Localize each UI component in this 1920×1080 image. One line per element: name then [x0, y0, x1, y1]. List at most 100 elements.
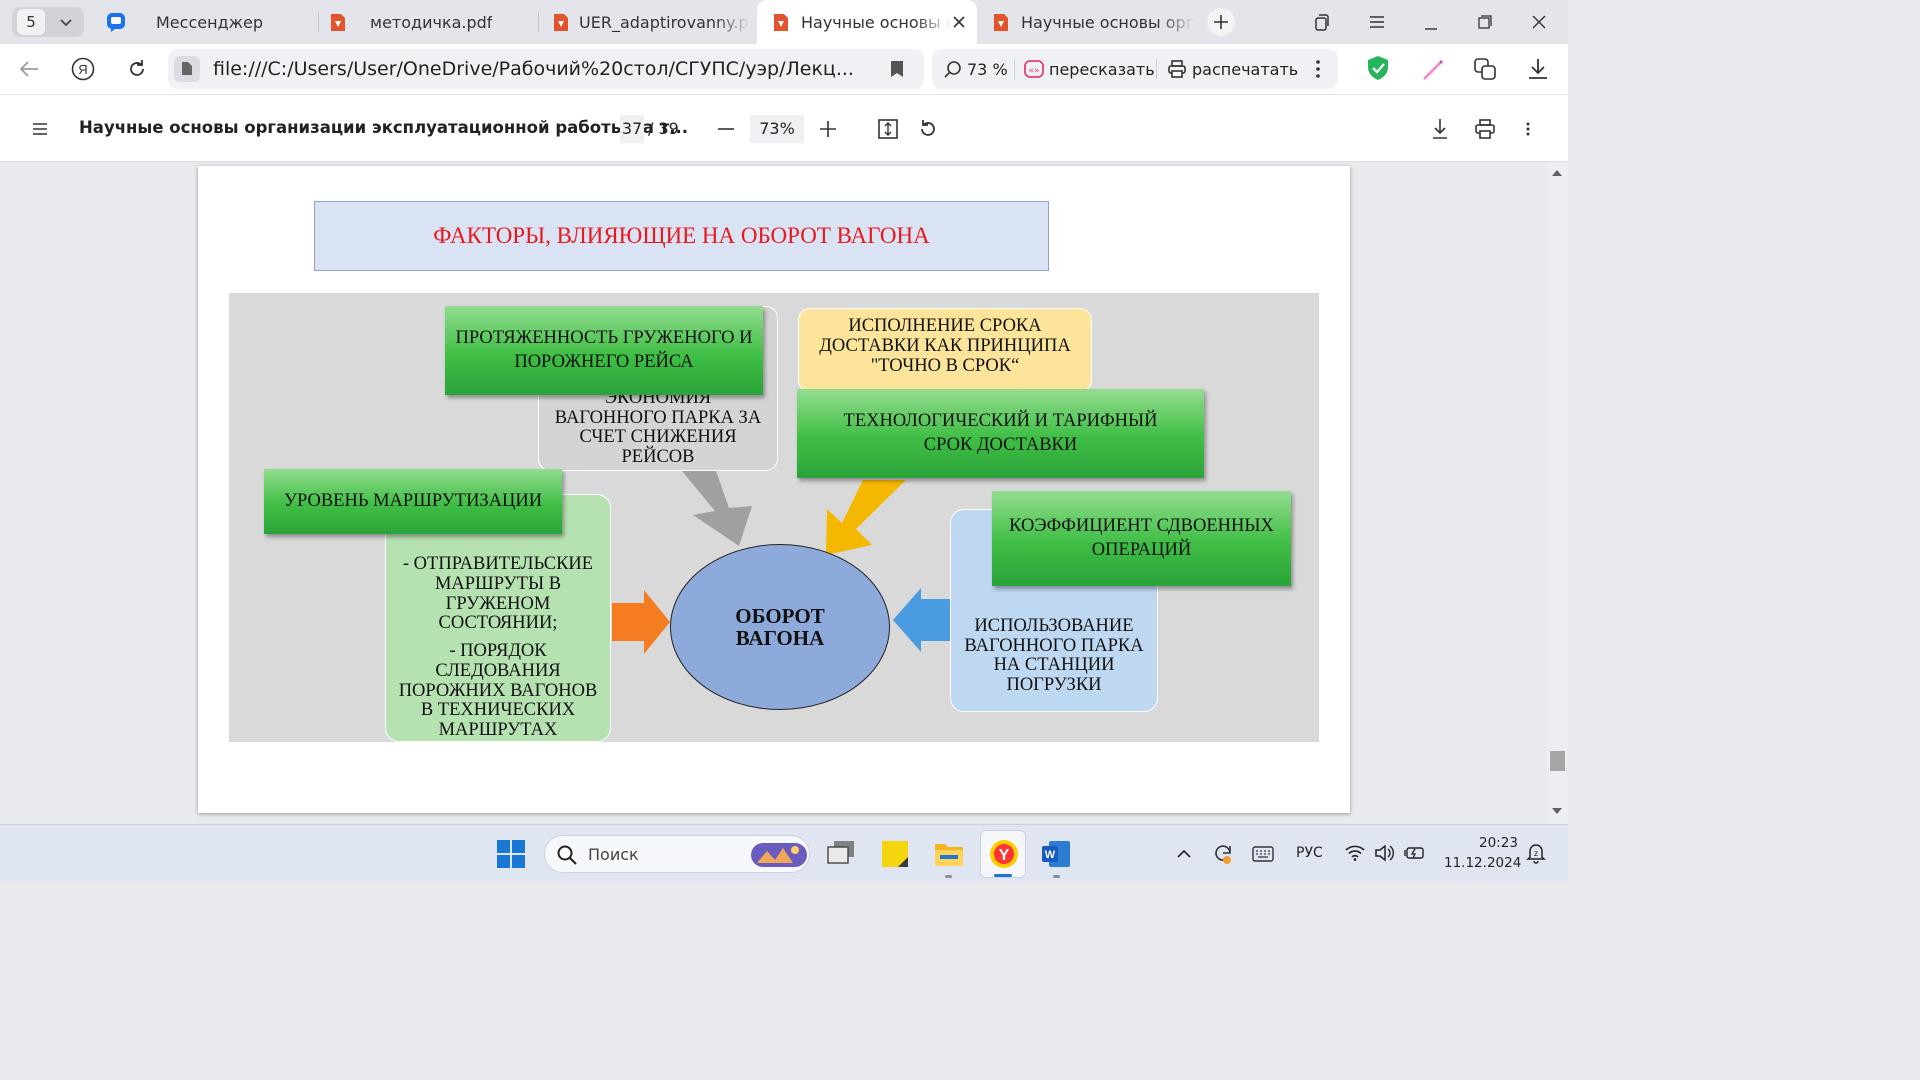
tab-separator: [538, 12, 539, 32]
volume-icon[interactable]: [1374, 844, 1394, 862]
delivery-term-box: ТЕХНОЛОГИЧЕСКИЙ И ТАРИФНЫЙ СРОК ДОСТАВКИ: [797, 389, 1204, 478]
sync-icon[interactable]: [1212, 843, 1234, 865]
search-highlight-icon: [751, 843, 807, 867]
close-icon[interactable]: [953, 16, 965, 28]
economy-text: ЭКОНОМИЯ ВАГОННОГО ПАРКА ЗА СЧЕТ СНИЖЕНИ…: [554, 387, 762, 468]
pen-icon[interactable]: [1420, 57, 1444, 81]
trip-length-box: ПРОТЯЖЕННОСТЬ ГРУЖЕНОГО И ПОРОЖНЕГО РЕЙС…: [445, 306, 763, 395]
zoom-in-icon[interactable]: [820, 121, 836, 137]
messenger-icon: [107, 13, 125, 32]
pdf-icon: [774, 13, 788, 31]
yellow-arrow: [826, 480, 906, 555]
sidebar-menu-icon[interactable]: [32, 123, 48, 135]
pdf-icon: [331, 13, 345, 31]
on-time-text: ИСПОЛНЕНИЕ СРОКА ДОСТАВКИ КАК ПРИНЦИПА "…: [819, 316, 1071, 376]
page-number-input[interactable]: 37: [620, 115, 644, 143]
clock-date[interactable]: 11.12.2024: [1444, 855, 1521, 871]
scroll-down-icon[interactable]: [1552, 808, 1562, 814]
retell-icon: «»: [1024, 60, 1044, 78]
windows-start-icon[interactable]: [497, 840, 525, 868]
url-field[interactable]: file:///C:/Users/User/OneDrive/Рабочий%2…: [168, 49, 924, 89]
window-close-icon[interactable]: [1532, 15, 1546, 29]
svg-text:«»: «»: [1028, 66, 1039, 76]
orange-arrow: [612, 590, 670, 654]
fit-page-icon[interactable]: [878, 119, 898, 139]
retell-button[interactable]: «» пересказать: [1024, 49, 1155, 89]
search-placeholder: Поиск: [588, 845, 639, 864]
retell-label: пересказать: [1049, 59, 1155, 79]
svg-text:Y: Y: [999, 847, 1010, 864]
back-arrow-icon[interactable]: [19, 60, 39, 78]
rotate-icon[interactable]: [918, 119, 938, 139]
more-vertical-icon[interactable]: [1316, 60, 1320, 78]
tab-title: методичка.pdf: [370, 12, 493, 32]
dual-ops-text: КОЭФФИЦИЕНТ СДВОЕННЫХ ОПЕРАЦИЙ: [1009, 516, 1274, 560]
print-button[interactable]: распечатать: [1168, 49, 1298, 89]
download-pdf-icon[interactable]: [1432, 118, 1448, 140]
blue-arrow: [893, 588, 951, 652]
scrollbar[interactable]: [1547, 162, 1568, 824]
task-view-icon[interactable]: [826, 841, 856, 867]
bookmark-icon[interactable]: [890, 60, 904, 78]
print-pdf-icon[interactable]: [1475, 119, 1495, 139]
menu-icon[interactable]: [1369, 15, 1385, 29]
document-title: Научные основы организации эксплуатацион…: [79, 118, 689, 137]
dual-ops-box: КОЭФФИЦИЕНТ СДВОЕННЫХ ОПЕРАЦИЙ: [992, 491, 1291, 586]
collections-icon[interactable]: [1313, 13, 1331, 31]
tab-metodichka[interactable]: методичка.pdf: [322, 0, 534, 44]
address-bar-row: Я file:///C:/Users/User/OneDrive/Рабочий…: [0, 44, 1568, 94]
routing-level-text: УРОВЕНЬ МАРШРУТИЗАЦИИ: [283, 491, 543, 512]
keyboard-icon[interactable]: [1252, 846, 1274, 862]
tab-nauchnye-osnovy-active[interactable]: Научные основы организации: [757, 0, 977, 44]
sticky-notes-icon[interactable]: [881, 840, 909, 868]
chevron-up-icon[interactable]: [1177, 849, 1191, 858]
new-tab-button[interactable]: [1207, 8, 1235, 36]
chevron-down-icon: [60, 19, 72, 27]
yandex-browser-taskbar-button[interactable]: Y: [980, 830, 1026, 878]
routing-detail-1: - ОТПРАВИТЕЛЬСКИЕ МАРШРУТЫ В ГРУЖЕНОМ СО…: [402, 554, 594, 634]
wagon-turnover-text: ОБОРОТ ВАГОНА: [735, 603, 825, 650]
routing-detail-2: - ПОРЯДОК СЛЕДОВАНИЯ ПОРОЖНИХ ВАГОНОВ В …: [398, 641, 598, 741]
battery-icon[interactable]: [1403, 845, 1425, 861]
pdf-more-icon[interactable]: [1526, 122, 1530, 136]
slide-title-box: ФАКТОРЫ, ВЛИЯЮЩИЕ НА ОБОРОТ ВАГОНА: [314, 201, 1049, 271]
tab-counter-button[interactable]: 5: [12, 7, 84, 37]
windows-taskbar: Поиск Y W РУС 20:23 11.12.2024 z: [0, 824, 1568, 882]
word-icon[interactable]: W: [1041, 840, 1071, 868]
scroll-thumb[interactable]: [1550, 751, 1565, 771]
tab-messenger[interactable]: Мессенджер: [100, 0, 315, 44]
wifi-icon[interactable]: [1345, 845, 1365, 861]
slide-title: ФАКТОРЫ, ВЛИЯЮЩИЕ НА ОБОРОТ ВАГОНА: [433, 223, 930, 249]
taskbar-search[interactable]: Поиск: [544, 835, 810, 873]
language-indicator[interactable]: РУС: [1296, 845, 1323, 861]
scroll-up-icon[interactable]: [1552, 170, 1562, 176]
clock-time[interactable]: 20:23: [1479, 835, 1518, 851]
printer-icon: [1168, 60, 1186, 78]
plus-icon: [1214, 15, 1228, 29]
svg-text:z: z: [1534, 849, 1538, 858]
zoom-indicator[interactable]: 73 %: [944, 49, 1008, 89]
zoom-out-icon[interactable]: [718, 128, 734, 130]
tab-uer-adaptirovanny[interactable]: UER_adaptirovanny.pdf: [545, 0, 750, 44]
translate-icon[interactable]: [1473, 57, 1497, 81]
notifications-icon[interactable]: z: [1526, 842, 1546, 864]
page-total: / 39: [648, 119, 679, 138]
yandex-home-icon[interactable]: Я: [71, 57, 95, 81]
zoom-value-input[interactable]: 73%: [750, 115, 804, 143]
protect-shield-icon[interactable]: [1366, 55, 1390, 81]
browser-tab-bar: 5 Мессенджер методичка.pdf UER_adaptirov…: [0, 0, 1568, 44]
download-icon[interactable]: [1528, 58, 1548, 80]
minimize-icon[interactable]: [1424, 17, 1438, 31]
tab-nauchnye-osnovy-2[interactable]: Научные основы организации: [985, 0, 1195, 44]
restore-icon[interactable]: [1478, 15, 1492, 29]
pdf-icon: [994, 13, 1008, 31]
loading-station-text: ИСПОЛЬЗОВАНИЕ ВАГОННОГО ПАРКА НА СТАНЦИИ…: [964, 615, 1144, 696]
wagon-turnover-ellipse: ОБОРОТ ВАГОНА: [670, 544, 890, 710]
pdf-viewer[interactable]: ФАКТОРЫ, ВЛИЯЮЩИЕ НА ОБОРОТ ВАГОНА ЭКОНО…: [0, 162, 1568, 824]
taskbar-running-dot: [945, 875, 952, 878]
reload-icon[interactable]: [127, 59, 147, 79]
gray-arrow: [682, 471, 752, 546]
page-actions-pill: 73 % «» пересказать распечатать: [932, 49, 1338, 89]
file-explorer-icon[interactable]: [934, 841, 964, 867]
yandex-browser-icon: Y: [990, 840, 1018, 868]
